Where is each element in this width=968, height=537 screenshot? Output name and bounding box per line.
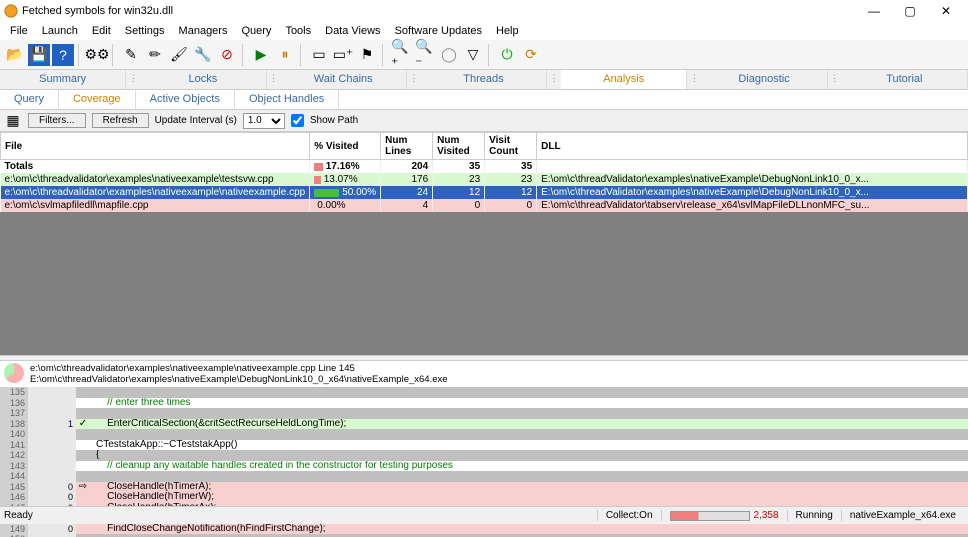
subtab-coverage[interactable]: Coverage xyxy=(59,90,136,109)
menu-query[interactable]: Query xyxy=(235,23,277,39)
filter-bar: ▦ Filters... Refresh Update Interval (s)… xyxy=(0,110,968,132)
tab-locks[interactable]: Locks xyxy=(140,70,266,89)
wrench-icon[interactable]: 🔧 xyxy=(192,44,214,66)
tab-waitchains[interactable]: Wait Chains xyxy=(281,70,407,89)
title-bar: Fetched symbols for win32u.dll — ▢ ✕ xyxy=(0,0,968,22)
refresh-icon[interactable]: ⟳ xyxy=(520,44,542,66)
brush-icon[interactable]: 🖌 xyxy=(168,44,190,66)
menu-managers[interactable]: Managers xyxy=(173,23,234,39)
toolbar: 📂 💾 ? ⚙⚙ ✎ ✏ 🖌 🔧 ⊘ ▶ ⏸ ▭ ▭⁺ ⚑ 🔍⁺ 🔍⁻ ◯ ▽ … xyxy=(0,40,968,70)
code-line[interactable]: 141CTeststakApp::~CTeststakApp() xyxy=(0,440,968,451)
window-title: Fetched symbols for win32u.dll xyxy=(22,5,856,17)
pause-icon[interactable]: ⏸ xyxy=(274,44,296,66)
col-file[interactable]: File xyxy=(1,133,310,160)
code-line[interactable]: 1460 CloseHandle(hTimerW); xyxy=(0,492,968,503)
menu-bar: File Launch Edit Settings Managers Query… xyxy=(0,22,968,40)
subtab-activeobjects[interactable]: Active Objects xyxy=(136,90,235,109)
status-running: Running xyxy=(787,510,841,521)
module-path: E:\om\c\threadValidator\examples\nativeE… xyxy=(30,374,938,385)
table-row[interactable]: e:\om\c\threadvalidator\examples\nativee… xyxy=(1,173,968,186)
code-line[interactable]: 135 xyxy=(0,387,968,398)
stop-icon[interactable]: ⊘ xyxy=(216,44,238,66)
menu-settings[interactable]: Settings xyxy=(119,23,171,39)
open-icon[interactable]: 📂 xyxy=(4,44,26,66)
menu-help[interactable]: Help xyxy=(490,23,525,39)
code-line[interactable]: 140 xyxy=(0,429,968,440)
code-line[interactable]: 142{ xyxy=(0,450,968,461)
code-line[interactable]: 136 // enter three times xyxy=(0,398,968,409)
subtab-query[interactable]: Query xyxy=(0,90,59,109)
status-exe: nativeExample_x64.exe xyxy=(841,510,964,521)
windowplus-icon[interactable]: ▭⁺ xyxy=(332,44,354,66)
coverage-table-wrap: File % Visited Num Lines Num Visited Vis… xyxy=(0,132,968,355)
update-interval-select[interactable]: 1.0 xyxy=(243,113,285,129)
filter-icon[interactable]: ▽ xyxy=(462,44,484,66)
table-row[interactable]: e:\om\c\svlmapfiledll\mapfile.cpp0.00%40… xyxy=(1,199,968,212)
wand-icon[interactable]: ✎ xyxy=(120,44,142,66)
filters-button[interactable]: Filters... xyxy=(28,113,86,128)
menu-edit[interactable]: Edit xyxy=(86,23,117,39)
circle-icon[interactable]: ◯ xyxy=(438,44,460,66)
close-button[interactable]: ✕ xyxy=(928,2,964,20)
menu-dataviews[interactable]: Data Views xyxy=(319,23,386,39)
power-icon[interactable]: ⏻ xyxy=(496,44,518,66)
col-numlines[interactable]: Num Lines xyxy=(381,133,433,160)
status-progress xyxy=(670,511,750,521)
code-line[interactable]: 144 xyxy=(0,471,968,482)
col-visitcount[interactable]: Visit Count xyxy=(485,133,537,160)
code-line[interactable]: 143 // cleanup any waitable handles crea… xyxy=(0,461,968,472)
col-pctvisited[interactable]: % Visited xyxy=(310,133,381,160)
subtab-objecthandles[interactable]: Object Handles xyxy=(235,90,339,109)
pencil-icon[interactable]: ✏ xyxy=(144,44,166,66)
play-icon[interactable]: ▶ xyxy=(250,44,272,66)
col-dll[interactable]: DLL xyxy=(537,133,968,160)
source-path: e:\om\c\threadvalidator\examples\nativee… xyxy=(30,363,938,374)
code-line[interactable]: 1381✓ EnterCriticalSection(&critSectRecu… xyxy=(0,419,968,430)
help-icon[interactable]: ? xyxy=(52,44,74,66)
tab-threads[interactable]: Threads xyxy=(421,70,547,89)
window-icon[interactable]: ▭ xyxy=(308,44,330,66)
showpath-checkbox[interactable] xyxy=(291,114,304,127)
table-row[interactable]: e:\om\c\threadvalidator\examples\nativee… xyxy=(1,186,968,199)
zoomin-icon[interactable]: 🔍⁺ xyxy=(390,44,412,66)
menu-launch[interactable]: Launch xyxy=(36,23,84,39)
table-row[interactable]: Totals17.16%2043535 xyxy=(1,160,968,174)
tab-analysis[interactable]: Analysis xyxy=(561,70,687,89)
status-count: 2,358 xyxy=(754,510,779,521)
minimize-button[interactable]: — xyxy=(856,2,892,20)
coverage-table: File % Visited Num Lines Num Visited Vis… xyxy=(0,132,968,212)
showpath-label: Show Path xyxy=(310,115,358,126)
flag-icon[interactable]: ⚑ xyxy=(356,44,378,66)
tab-summary[interactable]: Summary xyxy=(0,70,126,89)
menu-file[interactable]: File xyxy=(4,23,34,39)
save-icon[interactable]: 💾 xyxy=(28,44,50,66)
file-path-info: e:\om\c\threadvalidator\examples\nativee… xyxy=(0,361,968,387)
code-line[interactable]: 1450⇨ CloseHandle(hTimerA); xyxy=(0,482,968,493)
main-tab-row: Summary⋮ Locks⋮ Wait Chains⋮ Threads⋮ An… xyxy=(0,70,968,90)
tab-tutorial[interactable]: Tutorial xyxy=(842,70,968,89)
maximize-button[interactable]: ▢ xyxy=(892,2,928,20)
zoomout-icon[interactable]: 🔍⁻ xyxy=(414,44,436,66)
status-ready: Ready xyxy=(4,510,33,521)
refresh-button[interactable]: Refresh xyxy=(92,113,149,128)
tree-icon[interactable]: ▦ xyxy=(4,113,22,129)
tab-diagnostic[interactable]: Diagnostic xyxy=(701,70,827,89)
coverage-pie-icon xyxy=(4,363,24,383)
code-line[interactable]: 137 xyxy=(0,408,968,419)
status-bar: Ready Collect:On 2,358 Running nativeExa… xyxy=(0,506,968,524)
update-label: Update Interval (s) xyxy=(155,115,237,126)
sub-tab-row: Query Coverage Active Objects Object Han… xyxy=(0,90,968,110)
code-line[interactable]: 1490 FindCloseChangeNotification(hFindFi… xyxy=(0,524,968,535)
menu-tools[interactable]: Tools xyxy=(279,23,317,39)
status-collect: Collect:On xyxy=(597,510,661,521)
col-numvisited[interactable]: Num Visited xyxy=(433,133,485,160)
app-icon xyxy=(4,4,18,18)
gears-icon[interactable]: ⚙⚙ xyxy=(86,44,108,66)
